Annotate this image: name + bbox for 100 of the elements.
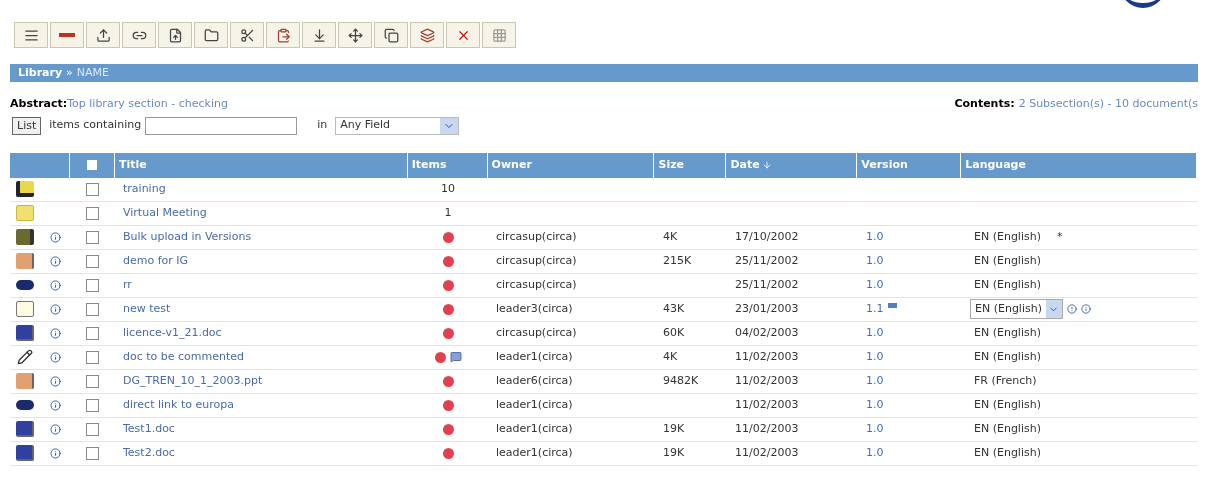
move-button[interactable] <box>338 22 372 48</box>
info-icon[interactable] <box>49 279 61 291</box>
title-link[interactable]: Test2.doc <box>123 445 175 459</box>
grid-button[interactable] <box>482 22 516 48</box>
info-icon[interactable] <box>49 255 61 267</box>
lines-icon <box>23 27 39 43</box>
title-link[interactable]: Bulk upload in Versions <box>123 229 252 243</box>
title-link[interactable]: licence-v1_21.doc <box>123 325 222 339</box>
select-all-checkbox[interactable] <box>86 160 97 170</box>
title-link[interactable]: new test <box>123 301 171 315</box>
clipboard-button[interactable] <box>266 22 300 48</box>
contents-link[interactable]: 2 Subsection(s) - 10 document(s <box>1018 96 1198 113</box>
size-text: 4K <box>663 229 678 243</box>
link-icon <box>16 400 34 410</box>
title-link[interactable]: Test1.doc <box>123 421 175 435</box>
folder-icon <box>203 27 219 43</box>
date-text: 11/02/2003 <box>735 421 799 435</box>
column-header[interactable]: Size <box>658 156 684 174</box>
info-icon[interactable] <box>49 303 61 315</box>
version-link[interactable]: 1.0 <box>866 396 884 414</box>
minus-icon <box>59 33 75 37</box>
row-checkbox[interactable] <box>86 446 99 460</box>
row-checkbox[interactable] <box>86 374 99 388</box>
version-link[interactable]: 1.1 <box>866 300 884 318</box>
size-text: 19K <box>663 421 685 435</box>
size-text: 215K <box>663 253 692 267</box>
scissors-icon <box>239 27 255 43</box>
row-checkbox[interactable] <box>86 398 99 412</box>
column-header[interactable]: Language <box>965 156 1026 174</box>
row-checkbox[interactable] <box>86 422 99 436</box>
row-checkbox[interactable] <box>86 350 99 364</box>
size-text: 19K <box>663 445 685 459</box>
title-link[interactable]: training <box>123 181 166 195</box>
title-link[interactable]: rr <box>123 277 132 291</box>
link-icon <box>16 280 34 290</box>
title-link[interactable]: doc to be commented <box>123 349 245 363</box>
info-icon[interactable] <box>49 351 61 363</box>
lines-button[interactable] <box>14 22 48 48</box>
info-icon[interactable] <box>49 423 61 435</box>
title-link[interactable]: demo for IG <box>123 253 189 267</box>
download-button[interactable] <box>302 22 336 48</box>
size-text: 60K <box>663 325 685 339</box>
info-icon[interactable] <box>49 447 61 459</box>
version-link[interactable]: 1.0 <box>866 348 884 366</box>
date-text: 25/11/2002 <box>735 253 799 267</box>
column-header[interactable]: Date <box>730 156 772 174</box>
search-field[interactable] <box>145 116 298 135</box>
language-select[interactable]: EN (English) <box>970 299 1063 319</box>
row-checkbox[interactable] <box>86 182 99 196</box>
size-text: 4K <box>663 349 678 363</box>
scissors-button[interactable] <box>230 22 264 48</box>
info-icon[interactable] <box>1081 304 1091 314</box>
owner-text: leader6(circa) <box>496 373 573 387</box>
info-icon[interactable] <box>49 375 61 387</box>
folder-button[interactable] <box>194 22 228 48</box>
title-link[interactable]: direct link to europa <box>123 397 234 411</box>
upload-button[interactable] <box>86 22 120 48</box>
language-text: EN (English) <box>973 252 1042 269</box>
row-checkbox[interactable] <box>86 302 99 316</box>
owner-text: leader1(circa) <box>496 445 573 459</box>
version-link[interactable]: 1.0 <box>866 228 884 246</box>
close-button[interactable] <box>446 22 480 48</box>
copy-button[interactable] <box>374 22 408 48</box>
folder-icon <box>16 205 34 221</box>
abstract-link[interactable]: Top library section - checking <box>67 96 228 113</box>
column-header[interactable]: Version <box>861 156 908 174</box>
version-link[interactable]: 1.0 <box>866 324 884 342</box>
info-icon[interactable] <box>49 399 61 411</box>
layers-button[interactable] <box>410 22 444 48</box>
file-upload-button[interactable] <box>158 22 192 48</box>
column-header[interactable]: Owner <box>491 156 532 174</box>
language-text: EN (English) <box>973 396 1042 413</box>
alert-icon[interactable] <box>1067 304 1077 314</box>
row-checkbox[interactable] <box>86 254 99 268</box>
info-icon[interactable] <box>49 327 61 339</box>
version-link[interactable]: 1.0 <box>866 252 884 270</box>
version-link[interactable]: 1.0 <box>866 276 884 294</box>
breadcrumb-item[interactable]: Library <box>18 64 63 82</box>
version-link[interactable]: 1.0 <box>866 420 884 438</box>
title-link[interactable]: Virtual Meeting <box>123 205 207 219</box>
minus-button[interactable] <box>50 22 84 48</box>
row-checkbox[interactable] <box>86 206 99 220</box>
field-select[interactable]: Any Field <box>335 116 460 135</box>
version-link[interactable]: 1.0 <box>866 444 884 462</box>
column-header[interactable]: Items <box>411 156 447 174</box>
layers-icon <box>419 27 435 43</box>
column-header[interactable]: Title <box>118 156 147 174</box>
version-link[interactable]: 1.0 <box>866 372 884 390</box>
info-icon[interactable] <box>49 231 61 243</box>
size-text: 43K <box>663 301 685 315</box>
link-button[interactable] <box>122 22 156 48</box>
language-text: EN (English) <box>973 276 1042 293</box>
row-checkbox[interactable] <box>86 278 99 292</box>
shared-folder-icon <box>16 181 34 197</box>
row-checkbox[interactable] <box>86 230 99 244</box>
date-text: 11/02/2003 <box>735 397 799 411</box>
title-link[interactable]: DG_TREN_10_1_2003.ppt <box>123 373 263 387</box>
row-checkbox[interactable] <box>86 326 99 340</box>
list-button[interactable]: List <box>12 116 42 135</box>
comment-icon[interactable] <box>449 351 462 363</box>
